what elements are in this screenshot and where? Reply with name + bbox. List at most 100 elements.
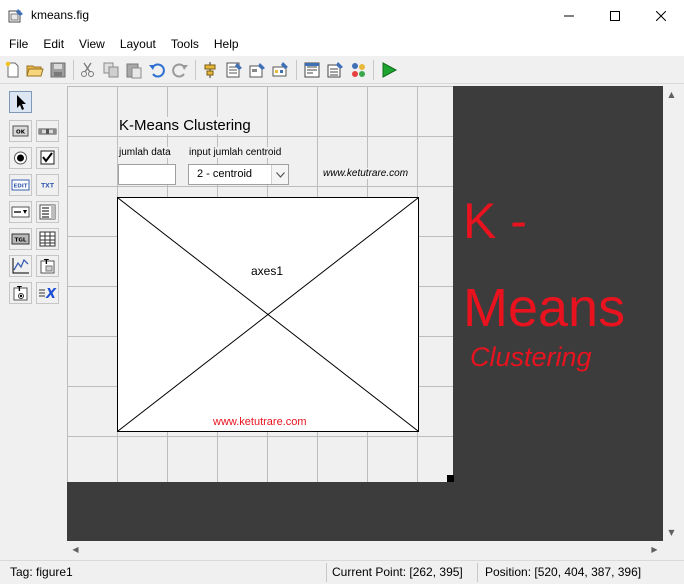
svg-text:X: X bbox=[45, 287, 57, 302]
open-button[interactable] bbox=[26, 61, 44, 79]
run-figure-icon bbox=[382, 62, 398, 78]
toolbar-editor-icon bbox=[272, 62, 288, 77]
palette-table[interactable] bbox=[36, 228, 59, 250]
copy-button[interactable] bbox=[102, 61, 120, 79]
axes1-label: axes1 bbox=[250, 264, 285, 278]
svg-text:T: T bbox=[17, 285, 22, 293]
layout-canvas[interactable]: K-Means Clustering jumlah data input jum… bbox=[67, 86, 663, 541]
chevron-down-icon bbox=[271, 165, 288, 184]
copy-icon bbox=[103, 62, 119, 78]
svg-text:TGL: TGL bbox=[15, 238, 27, 244]
palette-checkbox[interactable] bbox=[36, 147, 59, 169]
run-figure-button[interactable] bbox=[380, 61, 398, 79]
menu-help[interactable]: Help bbox=[207, 32, 247, 56]
scroll-down-icon[interactable]: ▼ bbox=[663, 524, 680, 541]
palette-axes[interactable] bbox=[9, 255, 32, 277]
close-button[interactable] bbox=[638, 0, 684, 32]
undo-button[interactable] bbox=[148, 61, 166, 79]
minimize-icon bbox=[564, 15, 574, 17]
figure-title-text[interactable]: K-Means Clustering bbox=[118, 117, 252, 134]
listbox-icon bbox=[39, 204, 56, 220]
edit-text-icon: EDIT bbox=[11, 179, 30, 191]
paste-button[interactable] bbox=[125, 61, 143, 79]
editor-icon bbox=[304, 62, 320, 78]
toolbar-separator bbox=[195, 60, 196, 80]
scroll-right-icon[interactable]: ▶ bbox=[646, 541, 663, 558]
object-browser-button[interactable] bbox=[349, 61, 367, 79]
new-file-button[interactable] bbox=[4, 61, 22, 79]
palette-radio-button[interactable] bbox=[9, 147, 32, 169]
redo-button[interactable] bbox=[171, 61, 189, 79]
palette-button-group[interactable]: T bbox=[9, 282, 32, 304]
palette-popup-menu[interactable] bbox=[9, 201, 32, 223]
label-input-centroid[interactable]: input jumlah centroid bbox=[189, 147, 282, 158]
status-divider bbox=[477, 563, 478, 582]
redo-icon bbox=[172, 63, 188, 78]
menu-tools[interactable]: Tools bbox=[164, 32, 207, 56]
palette-toggle-button[interactable]: TGL bbox=[9, 228, 32, 250]
scroll-up-icon[interactable]: ▲ bbox=[663, 86, 680, 103]
tab-order-button[interactable] bbox=[248, 61, 266, 79]
axes-cross-lines bbox=[118, 198, 418, 431]
close-icon bbox=[656, 11, 666, 21]
status-position: Position: [520, 404, 387, 396] bbox=[485, 565, 642, 579]
push-button-icon: OK bbox=[12, 125, 29, 137]
save-icon bbox=[50, 62, 66, 78]
menu-bar: File Edit View Layout Tools Help bbox=[0, 32, 684, 56]
property-inspector-button[interactable] bbox=[326, 61, 344, 79]
label-jumlah-data[interactable]: jumlah data bbox=[119, 147, 171, 158]
figure-resize-handle[interactable] bbox=[447, 475, 454, 482]
vertical-scrollbar[interactable]: ▲ ▼ bbox=[663, 86, 680, 541]
axes-icon bbox=[12, 258, 29, 274]
undo-icon bbox=[149, 63, 165, 78]
palette-slider[interactable] bbox=[36, 120, 59, 142]
toolbar-separator bbox=[296, 60, 297, 80]
tab-order-icon bbox=[249, 63, 265, 78]
menu-editor-button[interactable] bbox=[225, 61, 243, 79]
toolbar-separator bbox=[73, 60, 74, 80]
popup-menu-icon bbox=[11, 206, 30, 218]
slider-icon bbox=[38, 128, 57, 135]
centroid-popup-value: 2 - centroid bbox=[197, 168, 253, 180]
menu-layout[interactable]: Layout bbox=[113, 32, 164, 56]
save-button[interactable] bbox=[49, 61, 67, 79]
checkbox-icon bbox=[40, 150, 55, 165]
toolbar-separator bbox=[373, 60, 374, 80]
axes1-placeholder[interactable]: axes1 www.ketutrare.com bbox=[117, 197, 419, 432]
website-text-top[interactable]: www.ketutrare.com bbox=[323, 168, 409, 179]
toolbar bbox=[0, 56, 684, 84]
toolbar-editor-button[interactable] bbox=[271, 61, 289, 79]
menu-view[interactable]: View bbox=[72, 32, 113, 56]
open-folder-icon bbox=[26, 65, 44, 77]
horizontal-scrollbar[interactable]: ◀ ▶ bbox=[67, 541, 663, 558]
palette-edit-text[interactable]: EDIT bbox=[9, 174, 32, 196]
window-title: kmeans.fig bbox=[31, 8, 90, 22]
new-file-icon bbox=[5, 61, 19, 78]
activex-icon: X bbox=[39, 287, 57, 302]
minimize-button[interactable] bbox=[546, 0, 592, 32]
banner-k-text: K - bbox=[463, 193, 527, 249]
palette-activex[interactable]: X bbox=[36, 282, 59, 304]
cut-button[interactable] bbox=[79, 61, 97, 79]
website-text-axes: www.ketutrare.com bbox=[213, 416, 307, 428]
menu-edit[interactable]: Edit bbox=[36, 32, 72, 56]
select-arrow-icon bbox=[17, 95, 26, 110]
palette-listbox[interactable] bbox=[36, 201, 59, 223]
centroid-popup-menu[interactable]: 2 - centroid bbox=[188, 164, 289, 185]
scroll-left-icon[interactable]: ◀ bbox=[67, 541, 84, 558]
editor-button[interactable] bbox=[303, 61, 321, 79]
palette-panel[interactable]: T bbox=[36, 255, 59, 277]
maximize-button[interactable] bbox=[592, 0, 638, 32]
jumlah-data-input[interactable] bbox=[118, 164, 176, 185]
svg-text:T: T bbox=[44, 258, 49, 266]
figure-area[interactable]: K-Means Clustering jumlah data input jum… bbox=[67, 86, 454, 482]
status-bar: Tag: figure1 Current Point: [262, 395] P… bbox=[0, 560, 684, 584]
palette-static-text[interactable]: TXT bbox=[36, 174, 59, 196]
status-divider bbox=[326, 563, 327, 582]
palette-push-button[interactable]: OK bbox=[9, 120, 32, 142]
align-objects-button[interactable] bbox=[201, 61, 219, 79]
palette-select[interactable] bbox=[9, 91, 32, 113]
toggle-button-icon: TGL bbox=[11, 233, 30, 245]
menu-file[interactable]: File bbox=[2, 32, 36, 56]
menu-editor-icon bbox=[226, 62, 242, 78]
